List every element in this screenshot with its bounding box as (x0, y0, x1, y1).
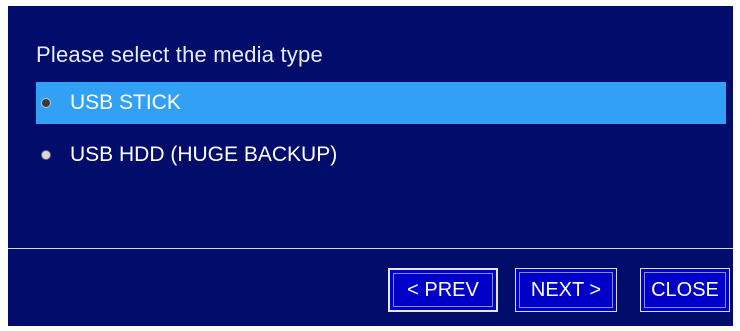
close-button[interactable]: CLOSE (640, 268, 730, 312)
prev-button-label: < PREV (407, 278, 479, 301)
option-usb-stick[interactable]: USB STICK (36, 82, 726, 124)
dialog-prompt: Please select the media type (36, 42, 323, 67)
option-label: USB STICK (70, 91, 181, 114)
radio-selected-icon[interactable] (42, 99, 50, 107)
next-button[interactable]: NEXT > (515, 268, 617, 312)
divider (8, 248, 733, 249)
media-type-dialog: Please select the media type USB STICK U… (8, 6, 733, 326)
next-button-label: NEXT > (530, 278, 602, 301)
close-button-label: CLOSE (651, 278, 719, 301)
radio-unselected-icon[interactable] (42, 151, 50, 159)
option-usb-hdd[interactable]: USB HDD (HUGE BACKUP) (36, 134, 726, 176)
option-label: USB HDD (HUGE BACKUP) (70, 143, 338, 166)
prev-button[interactable]: < PREV (388, 268, 498, 312)
